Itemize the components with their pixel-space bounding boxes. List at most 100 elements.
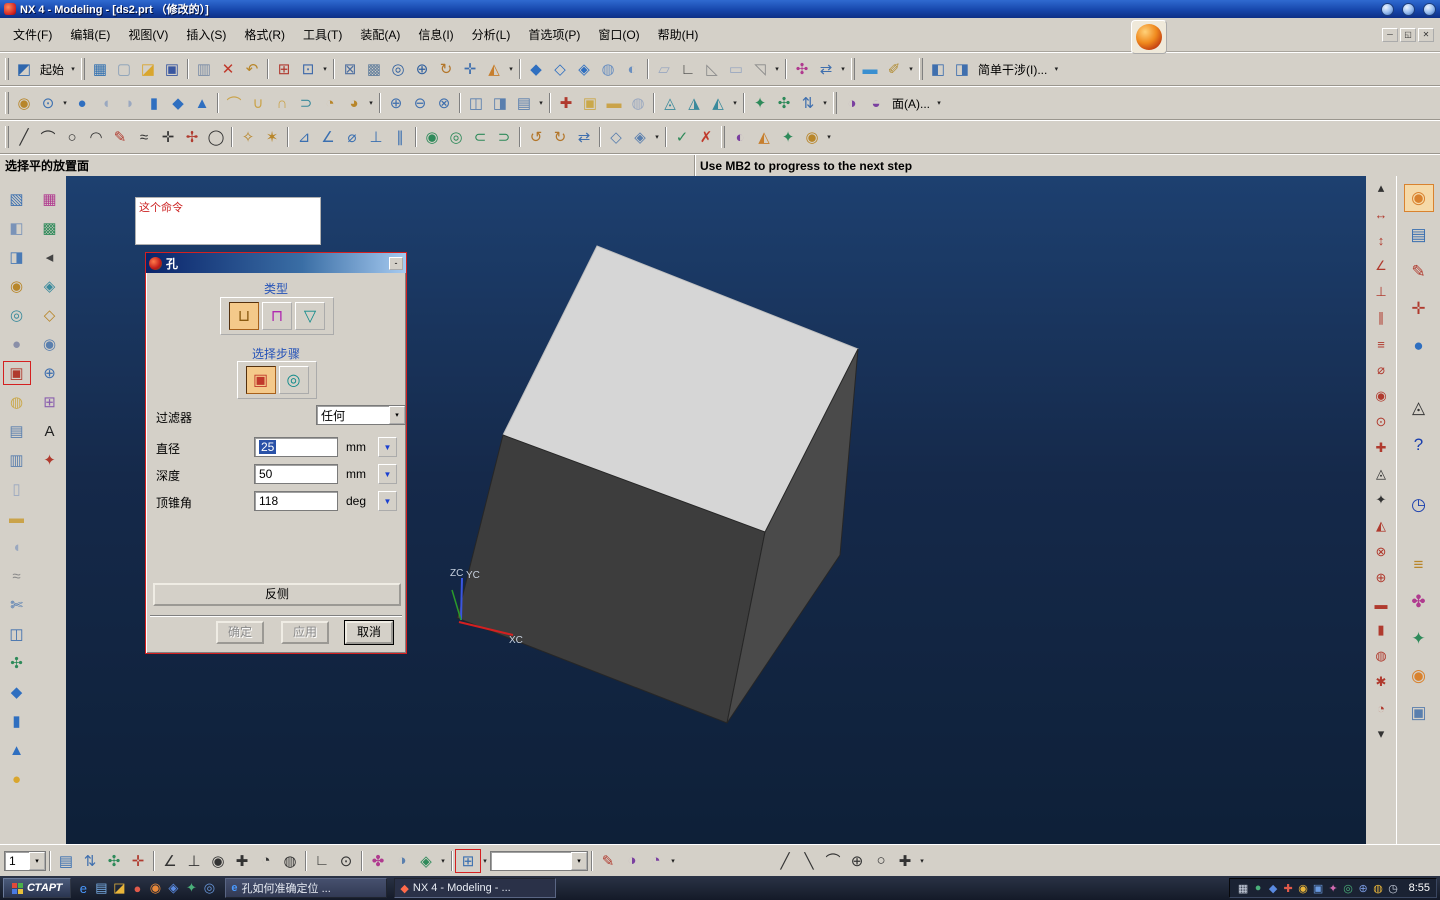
dropdown-arrow-icon[interactable]: ▾ bbox=[320, 58, 330, 80]
line-icon[interactable]: ╱ bbox=[12, 126, 36, 148]
extrude-icon[interactable]: ◕ bbox=[342, 92, 366, 114]
circle-icon[interactable]: ○ bbox=[60, 126, 84, 148]
polygon-icon[interactable]: ✧ bbox=[236, 126, 260, 148]
palette-icon[interactable]: ✤ bbox=[1403, 588, 1434, 616]
patch-icon[interactable]: ▤ bbox=[512, 92, 536, 114]
window-maximize-button[interactable] bbox=[1402, 2, 1415, 16]
wcs-icon[interactable]: ⊞ bbox=[272, 58, 296, 80]
alert-tray-icon[interactable]: ✚ bbox=[1281, 881, 1296, 896]
arc-feature-icon[interactable]: ⌒ bbox=[222, 92, 246, 114]
studio-mode-icon[interactable]: ◈ bbox=[572, 58, 596, 80]
block-icon[interactable]: ◆ bbox=[166, 92, 190, 114]
mirror-icon[interactable]: ⇄ bbox=[814, 58, 838, 80]
sketch-pencil-icon[interactable]: ✎ bbox=[1403, 258, 1434, 286]
split-tool-icon[interactable]: ◫ bbox=[4, 623, 30, 645]
coincident-constraint-icon[interactable]: ⊕ bbox=[1370, 568, 1392, 588]
origin-icon[interactable]: ⊙ bbox=[334, 850, 358, 872]
diameter-constraint-icon[interactable]: ⌀ bbox=[1370, 360, 1392, 380]
groove-tool-icon[interactable]: ◖ bbox=[4, 536, 30, 558]
history-icon[interactable]: ◷ bbox=[1403, 491, 1434, 519]
point-icon[interactable]: ◉ bbox=[12, 92, 36, 114]
taskbar-task-browser[interactable]: e 孔如何准确定位 ... bbox=[225, 878, 388, 898]
scroll-up-icon[interactable]: ▴ bbox=[1370, 178, 1392, 198]
shaded-display-icon[interactable]: ▩ bbox=[362, 58, 386, 80]
toolbar-grip[interactable] bbox=[5, 92, 9, 114]
boss-tool-icon[interactable]: ◍ bbox=[4, 391, 30, 413]
hole-tool-icon[interactable]: ▣ bbox=[2, 361, 31, 385]
analysis-section-icon[interactable]: ◭ bbox=[752, 126, 776, 148]
edit-curve-icon[interactable]: ✎ bbox=[596, 850, 620, 872]
quarter-view-icon[interactable]: ◔ bbox=[644, 850, 668, 872]
trim-tool-icon[interactable]: ✄ bbox=[4, 594, 30, 616]
graphics-window[interactable]: ZC YC XC 这个命令 孔 - 类型 ⊔ ⊓ ▽ 选择步骤 ▣ ◎ 过滤器 任何 … bbox=[66, 176, 1366, 844]
quick-point-icon[interactable]: ✚ bbox=[893, 850, 917, 872]
offset-constraint-icon[interactable]: ◍ bbox=[1370, 646, 1392, 666]
hd3d-icon[interactable]: ✦ bbox=[776, 126, 800, 148]
outlook-icon[interactable]: ◈ bbox=[164, 879, 182, 897]
dropdown-arrow-icon[interactable]: ▾ bbox=[824, 126, 834, 148]
taskbar-task-nx[interactable]: ◆ NX 4 - Modeling - ... bbox=[394, 878, 557, 898]
offset-curve-icon[interactable]: ◎ bbox=[444, 126, 468, 148]
collapse-arrow-icon[interactable]: ◂ bbox=[37, 246, 63, 268]
perpendicular-icon[interactable]: ⊥ bbox=[364, 126, 388, 148]
sketch-task-icon[interactable]: ▧ bbox=[4, 188, 30, 210]
work-layer-combo[interactable]: 1 ▾ bbox=[4, 850, 46, 871]
part-navigator-icon[interactable]: ● bbox=[1403, 332, 1434, 360]
mirror-curve-icon[interactable]: ⊂ bbox=[468, 126, 492, 148]
ref-constraint-icon[interactable]: ✦ bbox=[1370, 490, 1392, 510]
menu-tools[interactable]: 工具(T) bbox=[294, 23, 351, 46]
extrude-tool-icon[interactable]: ◨ bbox=[4, 246, 30, 268]
equal-constraint-icon[interactable]: ≡ bbox=[1370, 334, 1392, 354]
star-curve-icon[interactable]: ✶ bbox=[260, 126, 284, 148]
finish-sketch-icon[interactable]: ✓ bbox=[670, 126, 694, 148]
firefox-icon[interactable]: ◉ bbox=[146, 879, 164, 897]
spotlight-icon[interactable]: ◉ bbox=[800, 126, 824, 148]
dropdown-arrow-icon[interactable]: ▾ bbox=[934, 92, 944, 114]
dialog-pin-button[interactable]: - bbox=[389, 256, 403, 270]
diameter-dim-icon[interactable]: ⌀ bbox=[340, 126, 364, 148]
dialog-titlebar[interactable]: 孔 - bbox=[146, 253, 406, 273]
pattern-icon[interactable]: ✣ bbox=[790, 58, 814, 80]
surface-tool-icon[interactable]: ◈ bbox=[37, 275, 63, 297]
dropdown-arrow-icon[interactable]: ▾ bbox=[438, 850, 448, 872]
instance-icon[interactable]: ✣ bbox=[772, 92, 796, 114]
xform-tool-icon[interactable]: ✦ bbox=[37, 449, 63, 471]
revolve-tool-icon[interactable]: ◉ bbox=[4, 275, 30, 297]
menu-help[interactable]: 帮助(H) bbox=[649, 23, 708, 46]
dropdown-arrow-icon[interactable]: ▾ bbox=[838, 58, 848, 80]
toolbar-grip[interactable] bbox=[5, 126, 9, 148]
quick-arc-icon[interactable]: ⌒ bbox=[821, 850, 845, 872]
dropdown-arrow-icon[interactable]: ▾ bbox=[1051, 58, 1061, 80]
pan-view-icon[interactable]: ✛ bbox=[458, 58, 482, 80]
instance-tool-icon[interactable]: ✣ bbox=[4, 652, 30, 674]
assembly-check-icon[interactable]: ◨ bbox=[950, 58, 974, 80]
fix-constraint-icon[interactable]: ◬ bbox=[1370, 464, 1392, 484]
tangent-constraint-icon[interactable]: ⊙ bbox=[1370, 412, 1392, 432]
toolbar-grip[interactable] bbox=[833, 92, 837, 114]
snap-center-icon[interactable]: ◉ bbox=[206, 850, 230, 872]
ref-plane-icon[interactable]: ▭ bbox=[724, 58, 748, 80]
snap-end-icon[interactable]: ∠ bbox=[158, 850, 182, 872]
dropdown-arrow-icon[interactable]: ▾ bbox=[652, 126, 662, 148]
apply-button[interactable]: 应用 bbox=[281, 621, 329, 644]
dropdown-arrow-icon[interactable]: ▾ bbox=[60, 92, 70, 114]
mdi-restore-button[interactable]: ◱ bbox=[1400, 27, 1416, 42]
open-icon[interactable]: ◪ bbox=[136, 58, 160, 80]
symmetric-constraint-icon[interactable]: ◭ bbox=[1370, 516, 1392, 536]
start-menu-button[interactable]: СТАРТ bbox=[3, 878, 72, 898]
groove-icon[interactable]: ◍ bbox=[626, 92, 650, 114]
horizontal-constraint-icon[interactable]: ▬ bbox=[1370, 594, 1392, 614]
tip-angle-spinner[interactable]: ▼ bbox=[378, 491, 397, 511]
diameter-input[interactable]: 25 bbox=[254, 437, 338, 457]
snap-point-icon[interactable]: ⊡ bbox=[296, 58, 320, 80]
depth-input[interactable]: 50 bbox=[254, 464, 338, 484]
assembly-navigator-icon[interactable]: ▤ bbox=[1403, 221, 1434, 249]
roles-icon[interactable]: ◉ bbox=[1403, 662, 1434, 690]
new-part-icon[interactable]: ▢ bbox=[112, 58, 136, 80]
quilt-icon[interactable]: ◇ bbox=[604, 126, 628, 148]
analysis-face-icon[interactable]: ◐ bbox=[728, 126, 752, 148]
collinear-constraint-icon[interactable]: ⊗ bbox=[1370, 542, 1392, 562]
simple-interference-button[interactable]: 简单干涉(I)... bbox=[974, 61, 1051, 78]
layer-visible-icon[interactable]: ⇅ bbox=[78, 850, 102, 872]
thread-tool-icon[interactable]: ≈ bbox=[4, 565, 30, 587]
